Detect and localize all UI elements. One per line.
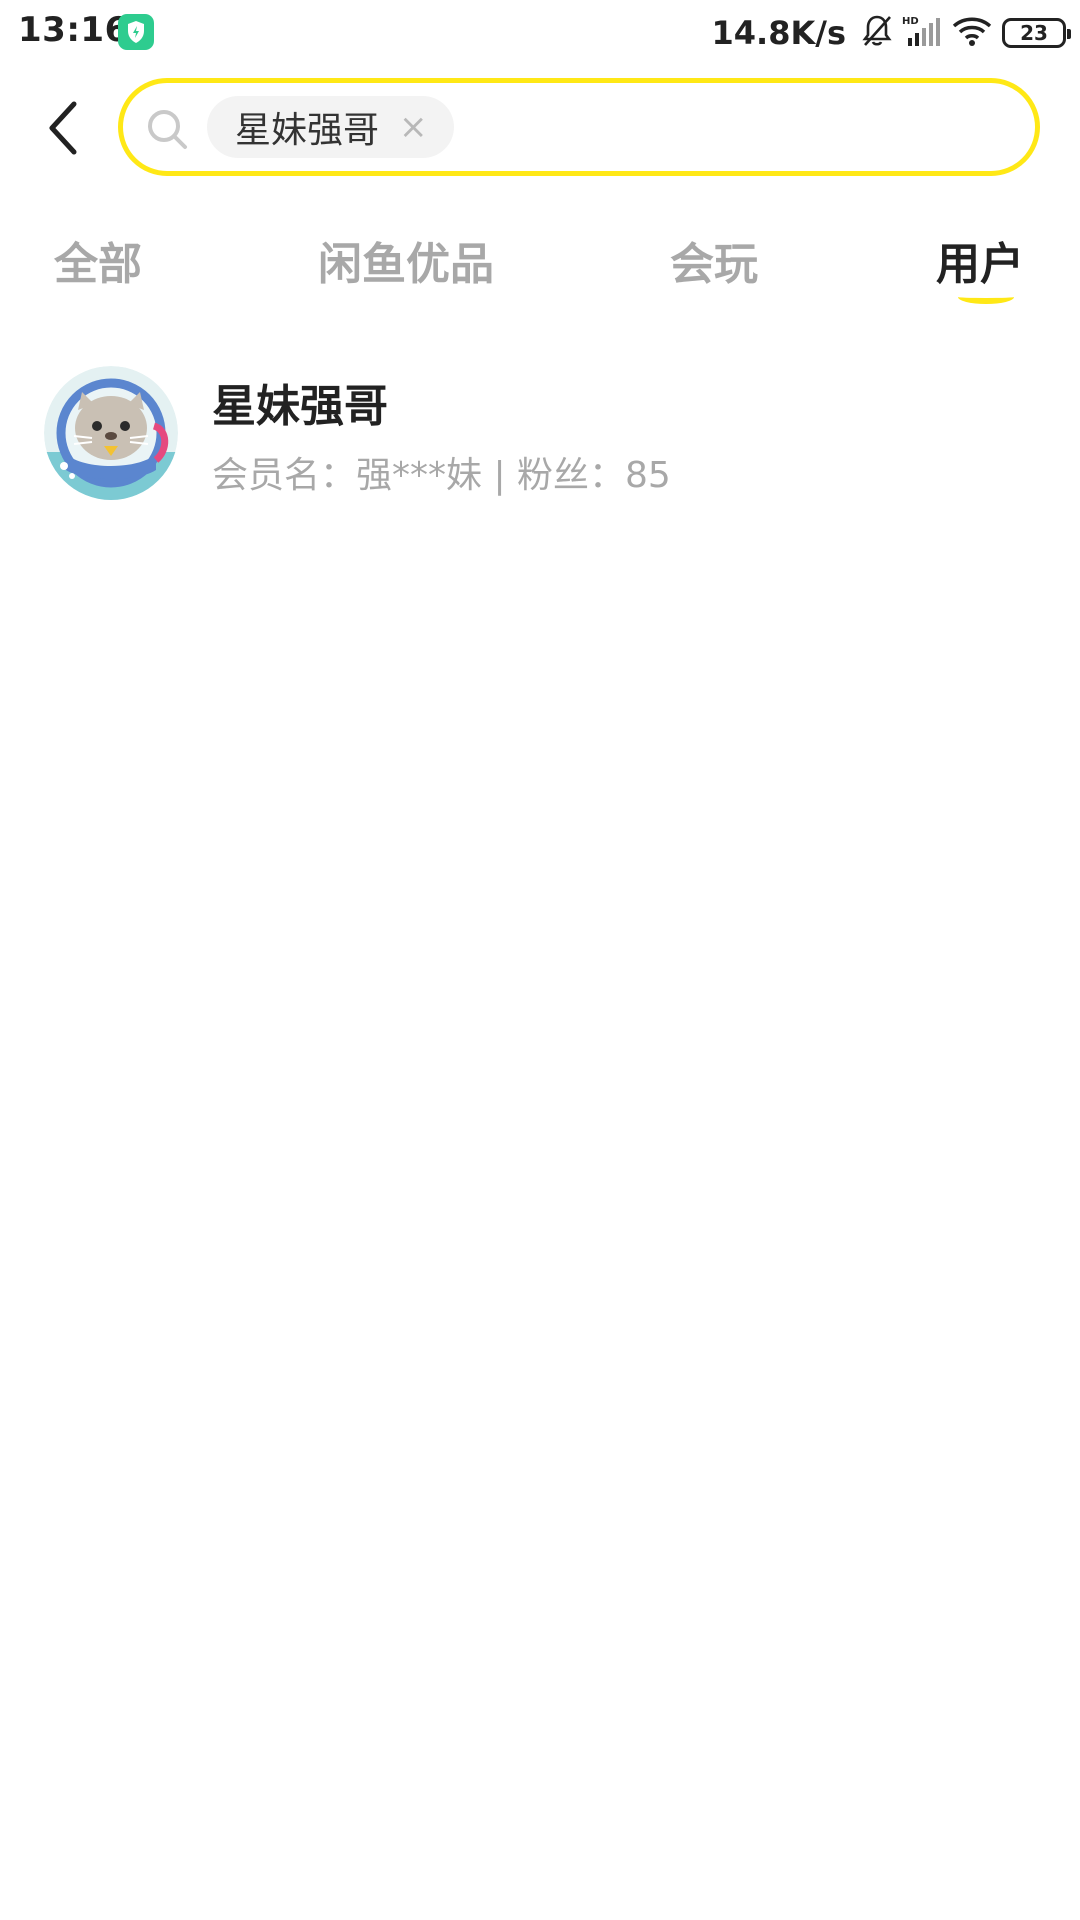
battery-indicator: 23 <box>1002 18 1071 48</box>
search-box[interactable]: 星妹强哥 × <box>118 78 1040 176</box>
close-icon[interactable]: × <box>399 110 428 144</box>
status-time: 13:16 <box>18 10 129 50</box>
search-icon <box>145 107 189 155</box>
svg-text:HD: HD <box>902 16 919 27</box>
search-query-text: 星妹强哥 <box>235 110 380 151</box>
tab-play[interactable]: 会玩 <box>670 228 758 292</box>
active-tab-indicator <box>958 290 1014 304</box>
cellular-signal-icon: HD <box>902 14 942 52</box>
status-bar: 13:16 14.8K/s HD 23 <box>0 0 1080 66</box>
chevron-left-icon <box>49 101 77 155</box>
cat-astronaut-avatar-icon <box>44 366 178 500</box>
tab-users[interactable]: 用户 <box>936 228 1024 292</box>
status-indicators: 14.8K/s HD 23 <box>711 12 1071 54</box>
network-speed: 14.8K/s <box>711 14 846 52</box>
user-display-name: 星妹强哥 <box>212 381 388 432</box>
tab-premium[interactable]: 闲鱼优品 <box>318 228 494 292</box>
shield-app-icon <box>118 14 154 50</box>
bell-muted-icon <box>862 14 892 52</box>
search-query-chip[interactable]: 星妹强哥 × <box>207 96 454 158</box>
tab-all[interactable]: 全部 <box>54 228 142 292</box>
user-member-info: 会员名：强***妹 | 粉丝：85 <box>212 455 671 496</box>
user-result-item[interactable]: 星妹强哥 会员名：强***妹 | 粉丝：85 <box>0 360 1080 510</box>
wifi-icon <box>952 15 992 51</box>
category-tabs: 全部 闲鱼优品 会玩 用户 <box>0 228 1080 318</box>
avatar[interactable] <box>44 366 178 500</box>
back-button[interactable] <box>40 96 92 160</box>
